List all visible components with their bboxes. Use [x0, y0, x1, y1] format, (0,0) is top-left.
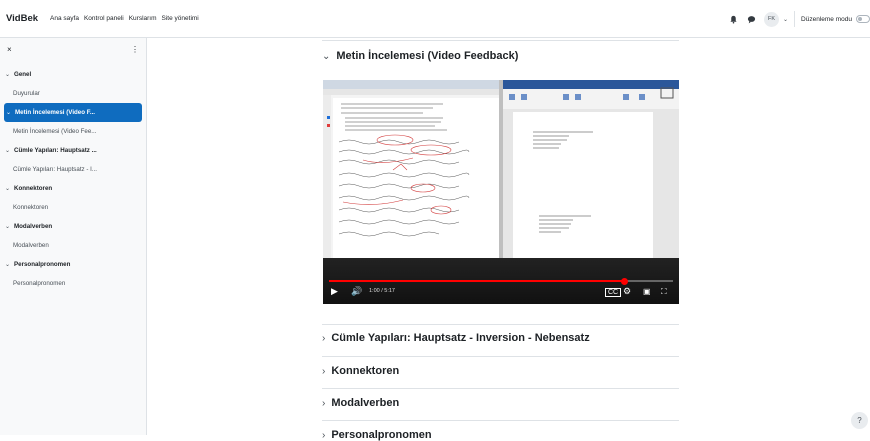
nav-site-admin[interactable]: Site yönetimi	[162, 15, 199, 22]
chevron-down-icon[interactable]: ⌄	[5, 223, 14, 230]
nav-my-courses[interactable]: Kurslarım	[129, 15, 157, 22]
section-heading-cumle-yapilari[interactable]: › Cümle Yapıları: Hauptsatz - Inversion …	[322, 332, 679, 344]
section-genel[interactable]: ⌄ Genel	[0, 65, 146, 84]
course-content: ⌄ Metin İncelemesi (Video Feedback) ▶ 🔊 …	[147, 38, 870, 441]
chevron-right-icon[interactable]: ›	[322, 333, 325, 344]
divider	[322, 388, 679, 389]
section-title: Personalpronomen	[331, 429, 432, 441]
section-cumle-yapilari[interactable]: ⌄ Cümle Yapıları: Hauptsatz ...	[0, 141, 146, 160]
divider	[322, 40, 679, 41]
nav-dashboard[interactable]: Kontrol paneli	[84, 15, 124, 22]
activity-label: Konnektoren	[13, 204, 49, 211]
section-heading-modalverben[interactable]: › Modalverben	[322, 397, 679, 409]
section-metin-incelemesi[interactable]: ⌄ Metin İncelemesi (Video F...	[4, 103, 142, 122]
chevron-right-icon[interactable]: ›	[322, 398, 325, 409]
chevron-down-icon[interactable]: ⌄	[322, 51, 330, 62]
video-progress-knob[interactable]	[621, 277, 629, 285]
divider	[322, 420, 679, 421]
chat-icon[interactable]	[746, 14, 756, 24]
divider	[322, 324, 679, 325]
chevron-down-icon[interactable]: ⌄	[5, 261, 14, 268]
activity-label: Cümle Yapıları: Hauptsatz - I...	[13, 166, 98, 173]
activity-label: Duyurular	[13, 90, 40, 97]
settings-gear-icon[interactable]: ⚙	[623, 286, 631, 297]
chevron-down-icon[interactable]: ⌄	[5, 147, 14, 154]
chevron-down-icon[interactable]: ⌄	[5, 185, 14, 192]
bell-icon[interactable]	[728, 14, 738, 24]
edit-mode-label: Düzenleme modu	[801, 15, 852, 23]
section-label: Modalverben	[14, 223, 53, 230]
section-heading-konnektoren[interactable]: › Konnektoren	[322, 365, 679, 377]
chevron-right-icon[interactable]: ›	[322, 366, 325, 377]
section-label: Genel	[14, 71, 32, 78]
activity-personalpronomen[interactable]: Personalpronomen	[0, 274, 146, 293]
avatar[interactable]: FK	[764, 11, 780, 27]
course-index-drawer: × ⋮ ⌄ Genel Duyurular ⌄ Metin İncelemesi (…	[0, 38, 147, 435]
section-title: Cümle Yapıları: Hauptsatz - Inversion - …	[331, 332, 590, 344]
activity-metin-incelemesi[interactable]: Metin İncelemesi (Video Fee...	[0, 122, 146, 141]
nav-home[interactable]: Ana sayfa	[50, 15, 79, 22]
video-progress-bar[interactable]	[329, 277, 673, 285]
section-label: Konnektoren	[14, 185, 53, 192]
activity-label: Metin İncelemesi (Video Fee...	[13, 128, 97, 135]
activity-konnektoren[interactable]: Konnektoren	[0, 198, 146, 217]
section-title: Modalverben	[331, 397, 400, 409]
section-title: Konnektoren	[331, 365, 400, 377]
section-personalpronomen[interactable]: ⌄ Personalpronomen	[0, 255, 146, 274]
chevron-right-icon[interactable]: ›	[322, 430, 325, 441]
user-menu-area: FK ⌄ Düzenleme modu	[728, 0, 870, 38]
section-title: Metin İncelemesi (Video Feedback)	[336, 50, 519, 62]
more-options-icon[interactable]: ⋮	[131, 45, 139, 54]
video-thumbnail-image	[323, 80, 679, 270]
section-modalverben[interactable]: ⌄ Modalverben	[0, 217, 146, 236]
divider	[322, 356, 679, 357]
video-frame	[323, 80, 679, 270]
video-time: 1:00 / 5:17	[369, 288, 395, 294]
activity-duyurular[interactable]: Duyurular	[0, 84, 146, 103]
drawer-header: × ⋮	[0, 38, 146, 60]
fullscreen-icon[interactable]: ⛶	[661, 287, 667, 297]
video-progress-fill	[329, 280, 625, 282]
top-navbar: VidBek Ana sayfa Kontrol paneli Kursları…	[0, 0, 870, 38]
edit-mode-toggle[interactable]	[856, 15, 870, 23]
video-player[interactable]: ▶ 🔊 1:00 / 5:17 CC ⚙ ▣ ⛶	[323, 80, 679, 304]
volume-icon[interactable]: 🔊	[351, 286, 362, 297]
close-icon[interactable]: ×	[7, 45, 12, 54]
activity-cumle-yapilari[interactable]: Cümle Yapıları: Hauptsatz - I...	[0, 160, 146, 179]
section-label: Metin İncelemesi (Video F...	[15, 109, 96, 116]
captions-icon[interactable]: CC	[605, 288, 622, 297]
section-label: Cümle Yapıları: Hauptsatz ...	[14, 147, 97, 154]
help-button[interactable]: ?	[851, 412, 868, 429]
chevron-down-icon[interactable]: ⌄	[783, 16, 788, 23]
miniplayer-icon[interactable]: ▣	[643, 287, 651, 296]
section-heading-metin-incelemesi[interactable]: ⌄ Metin İncelemesi (Video Feedback)	[322, 50, 679, 62]
divider	[794, 11, 796, 27]
activity-label: Modalverben	[13, 242, 49, 249]
activity-modalverben[interactable]: Modalverben	[0, 236, 146, 255]
play-icon[interactable]: ▶	[331, 286, 338, 297]
activity-label: Personalpronomen	[13, 280, 66, 287]
section-konnektoren[interactable]: ⌄ Konnektoren	[0, 179, 146, 198]
chevron-down-icon[interactable]: ⌄	[5, 71, 14, 78]
section-heading-personalpronomen[interactable]: › Personalpronomen	[322, 429, 679, 441]
site-brand[interactable]: VidBek	[6, 13, 38, 24]
chevron-down-icon[interactable]: ⌄	[6, 109, 15, 116]
course-index-list: ⌄ Genel Duyurular ⌄ Metin İncelemesi (Vide…	[0, 65, 146, 293]
section-label: Personalpronomen	[14, 261, 71, 268]
